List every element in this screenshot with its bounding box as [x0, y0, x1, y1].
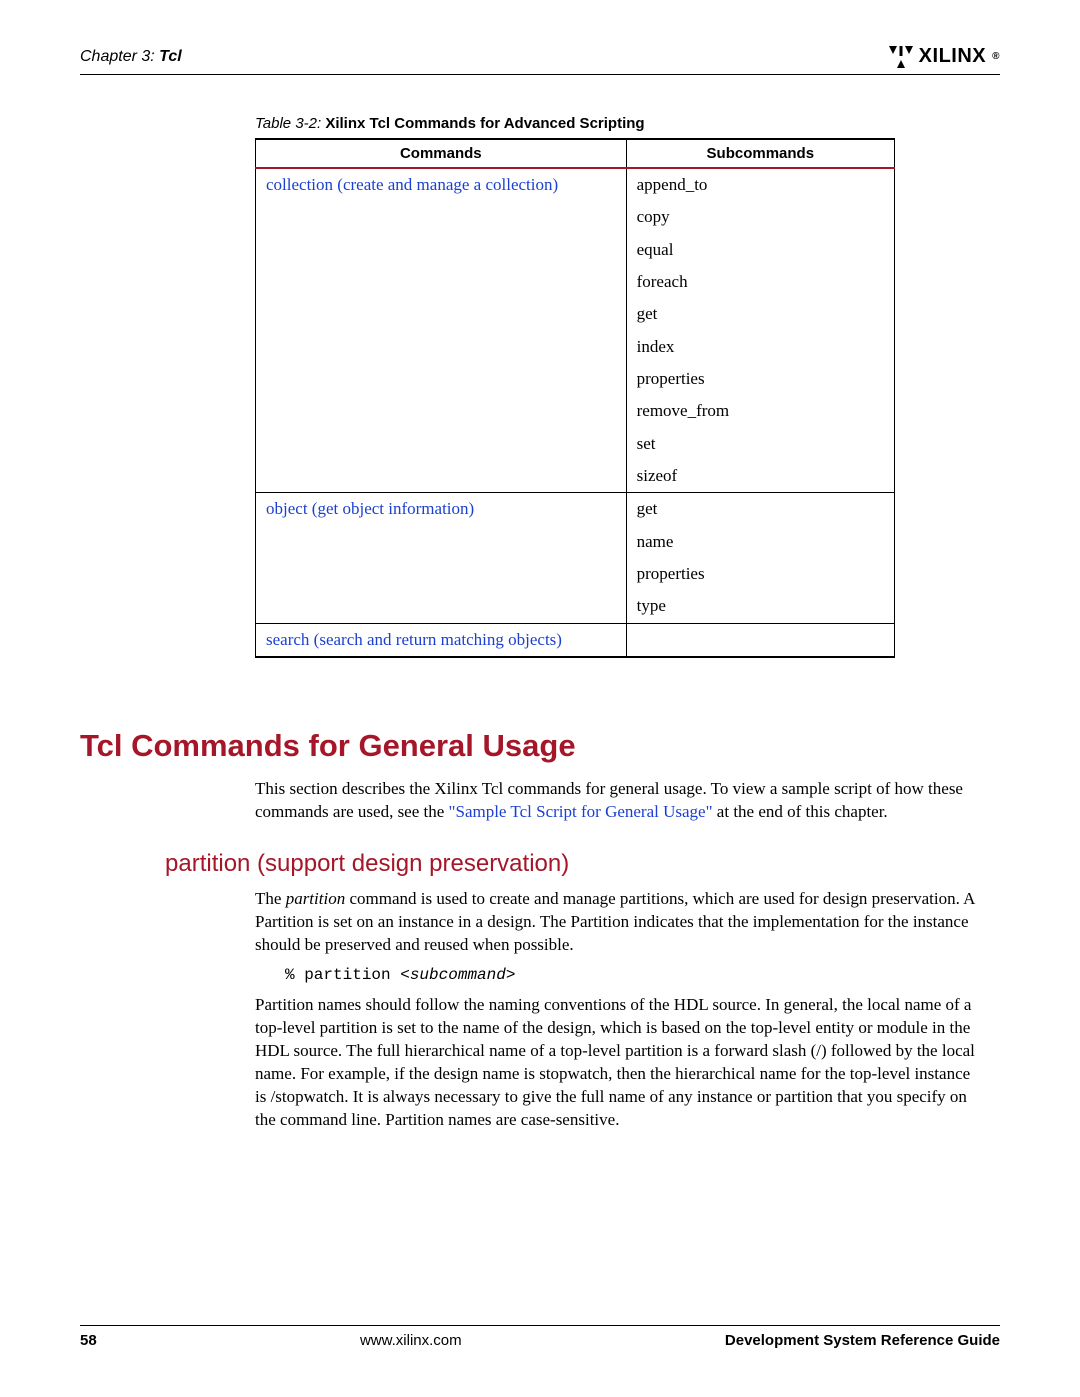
table-area: Table 3-2: Xilinx Tcl Commands for Advan… [255, 115, 895, 658]
sub-index: index [626, 331, 894, 363]
page-header: Chapter 3: Tcl XILINX ® [80, 45, 1000, 68]
footer-doc-title: Development System Reference Guide [725, 1332, 1000, 1349]
search-empty [626, 623, 894, 657]
p2: Partition names should follow the naming… [255, 994, 975, 1132]
chapter-label: Chapter 3: Tcl [80, 48, 182, 66]
cmd-search-link[interactable]: search (search and return matching objec… [266, 630, 562, 649]
table-caption-title: Xilinx Tcl Commands for Advanced Scripti… [325, 115, 644, 132]
sub-copy: copy [626, 201, 894, 233]
p1-pre: The [255, 889, 286, 908]
obj-type: type [626, 590, 894, 623]
sub-sizeof: sizeof [626, 460, 894, 493]
sub-properties: properties [626, 363, 894, 395]
sample-script-link[interactable]: "Sample Tcl Script for General Usage" [449, 802, 713, 821]
obj-name: name [626, 526, 894, 558]
h2-partition: partition (support design preservation) [165, 850, 1000, 878]
commands-table: Commands Subcommands collection (create … [255, 138, 895, 658]
logo-reg: ® [992, 51, 1000, 62]
sub-set: set [626, 428, 894, 460]
table-caption-prefix: Table 3-2: [255, 115, 321, 132]
p1-ital: partition [286, 889, 346, 908]
sub-append: append_to [626, 168, 894, 201]
obj-get: get [626, 493, 894, 526]
sub-foreach: foreach [626, 266, 894, 298]
intro-paragraph: This section describes the Xilinx Tcl co… [255, 778, 975, 824]
code-prefix: % partition < [285, 966, 410, 984]
partition-body: The partition command is used to create … [255, 888, 975, 1132]
sub-equal: equal [626, 234, 894, 266]
page-number: 58 [80, 1332, 97, 1349]
cmd-object-link[interactable]: object (get object information) [266, 499, 474, 518]
p1-post: command is used to create and manage par… [255, 889, 975, 954]
sub-get: get [626, 298, 894, 330]
xilinx-logo: XILINX ® [889, 45, 1000, 68]
th-subcommands: Subcommands [626, 139, 894, 168]
code-suffix: > [506, 966, 516, 984]
table-caption: Table 3-2: Xilinx Tcl Commands for Advan… [255, 115, 895, 132]
h1-general-usage: Tcl Commands for General Usage [80, 728, 1000, 764]
header-rule [80, 74, 1000, 75]
obj-properties: properties [626, 558, 894, 590]
code-sample: % partition <subcommand> [285, 965, 975, 987]
sub-removefrom: remove_from [626, 395, 894, 427]
code-ital: subcommand [410, 966, 506, 984]
intro-post: at the end of this chapter. [713, 802, 888, 821]
chapter-prefix: Chapter 3: [80, 48, 155, 65]
page-footer: 58 www.xilinx.com Development System Ref… [80, 1325, 1000, 1349]
logo-text: XILINX [919, 45, 986, 68]
th-commands: Commands [256, 139, 627, 168]
footer-url-link[interactable]: www.xilinx.com [360, 1332, 462, 1349]
chapter-title: Tcl [159, 48, 182, 65]
xilinx-logo-icon [889, 46, 913, 68]
cmd-collection-link[interactable]: collection (create and manage a collecti… [266, 175, 558, 194]
